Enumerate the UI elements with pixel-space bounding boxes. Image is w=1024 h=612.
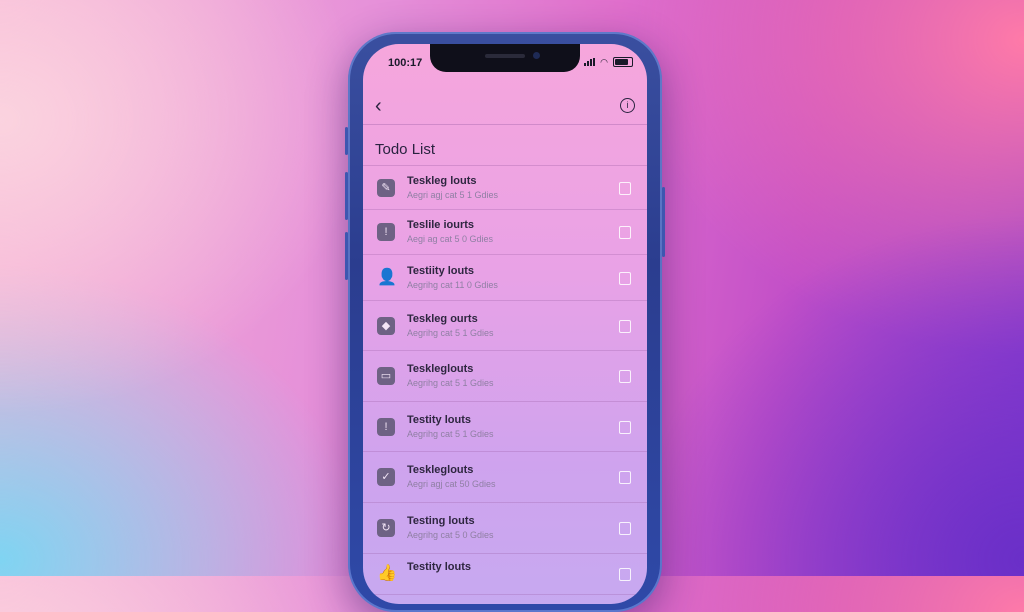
nav-bar: ‹ i — [363, 88, 647, 125]
todo-item[interactable]: ↻ Testing louts Aegrihg cat 5 0 Gdies — [363, 503, 647, 554]
notch — [430, 44, 580, 72]
todo-item[interactable]: ◆ Teskleg ourts Aegrihg cat 5 1 Gdies — [363, 301, 647, 351]
todo-item-subtitle: Aegri agj cat 50 Gdies — [407, 479, 496, 489]
alert-icon: ! — [377, 418, 395, 436]
status-time: 100:17 — [388, 57, 423, 69]
signal-icon — [584, 58, 596, 66]
mute-switch — [345, 127, 348, 155]
wifi-icon: ◠ — [600, 57, 608, 67]
tag-icon[interactable] — [619, 226, 631, 239]
todo-item-title: Testity louts — [407, 414, 471, 426]
todo-item-subtitle: Aegrihg cat 5 1 Gdies — [407, 328, 494, 338]
todo-item-title: Testiity louts — [407, 265, 475, 277]
battery-icon — [613, 57, 633, 67]
pen-icon: ✎ — [377, 179, 395, 197]
todo-item-title: Teslile iourts — [407, 219, 475, 231]
todo-list: ✎ Teskleg louts Aegri agj cat 5 1 Gdies! Te… — [363, 165, 647, 595]
page-title: Todo List — [375, 141, 436, 158]
todo-item-title: Testity louts — [407, 561, 471, 573]
todo-item-subtitle: Aegrihg cat 5 0 Gdies — [407, 530, 494, 540]
todo-item-subtitle: Aegrihg cat 5 1 Gdies — [407, 429, 494, 439]
todo-item-title: Teskleglouts — [407, 363, 474, 375]
todo-item-title: Teskleg louts — [407, 175, 477, 187]
todo-item[interactable]: ✎ Teskleg louts Aegri agj cat 5 1 Gdies — [363, 166, 647, 210]
power-button[interactable] — [662, 187, 665, 257]
tag-icon[interactable] — [619, 522, 631, 535]
todo-item-subtitle: Aegi ag cat 5 0 Gdies — [407, 234, 494, 244]
tag-icon[interactable] — [619, 471, 631, 484]
todo-item-subtitle: Aegrihg cat 5 1 Gdies — [407, 378, 494, 388]
back-button[interactable]: ‹ — [375, 96, 382, 116]
person-icon: 👤 — [377, 269, 397, 286]
volume-up-button[interactable] — [345, 172, 348, 220]
todo-item[interactable]: ! Teslile iourts Aegi ag cat 5 0 Gdies — [363, 210, 647, 255]
todo-item[interactable]: 👤 Testiity louts Aegrihg cat 11 0 Gdies — [363, 255, 647, 301]
phone-screen: 100:17 ◠ ‹ i Todo List ✎ Teskleg louts Aeg… — [363, 44, 647, 604]
chevron-left-icon: ‹ — [375, 95, 382, 117]
phone-frame: 100:17 ◠ ‹ i Todo List ✎ Teskleg louts Aeg… — [345, 32, 665, 612]
tag-icon[interactable] — [619, 182, 631, 195]
alert-icon: ! — [377, 223, 395, 241]
todo-item[interactable]: ! Testity louts Aegrihg cat 5 1 Gdies — [363, 402, 647, 452]
todo-item-title: Teskleglouts — [407, 464, 474, 476]
briefcase-icon: ◆ — [377, 317, 395, 335]
volume-down-button[interactable] — [345, 232, 348, 280]
front-camera — [533, 52, 540, 59]
info-icon: i — [626, 100, 629, 110]
todo-item-subtitle: Aegrihg cat 11 0 Gdies — [407, 280, 498, 290]
status-icons: ◠ — [584, 57, 633, 67]
folder-icon: ▭ — [377, 367, 395, 385]
tag-icon[interactable] — [619, 370, 631, 383]
todo-item[interactable]: 👍 Testity louts — [363, 554, 647, 595]
tag-icon[interactable] — [619, 568, 631, 581]
speaker — [485, 54, 525, 58]
thumb-icon: 👍 — [377, 565, 397, 582]
check-box-icon: ✓ — [377, 468, 395, 486]
todo-item-title: Testing louts — [407, 515, 475, 527]
refresh-icon: ↻ — [377, 519, 395, 537]
tag-icon[interactable] — [619, 421, 631, 434]
todo-item-subtitle: Aegri agj cat 5 1 Gdies — [407, 190, 499, 200]
todo-item-title: Teskleg ourts — [407, 313, 478, 325]
info-button[interactable]: i — [620, 98, 635, 113]
todo-item[interactable]: ▭ Teskleglouts Aegrihg cat 5 1 Gdies — [363, 351, 647, 402]
todo-item[interactable]: ✓ Teskleglouts Aegri agj cat 50 Gdies — [363, 452, 647, 503]
tag-icon[interactable] — [619, 320, 631, 333]
tag-icon[interactable] — [619, 272, 631, 285]
